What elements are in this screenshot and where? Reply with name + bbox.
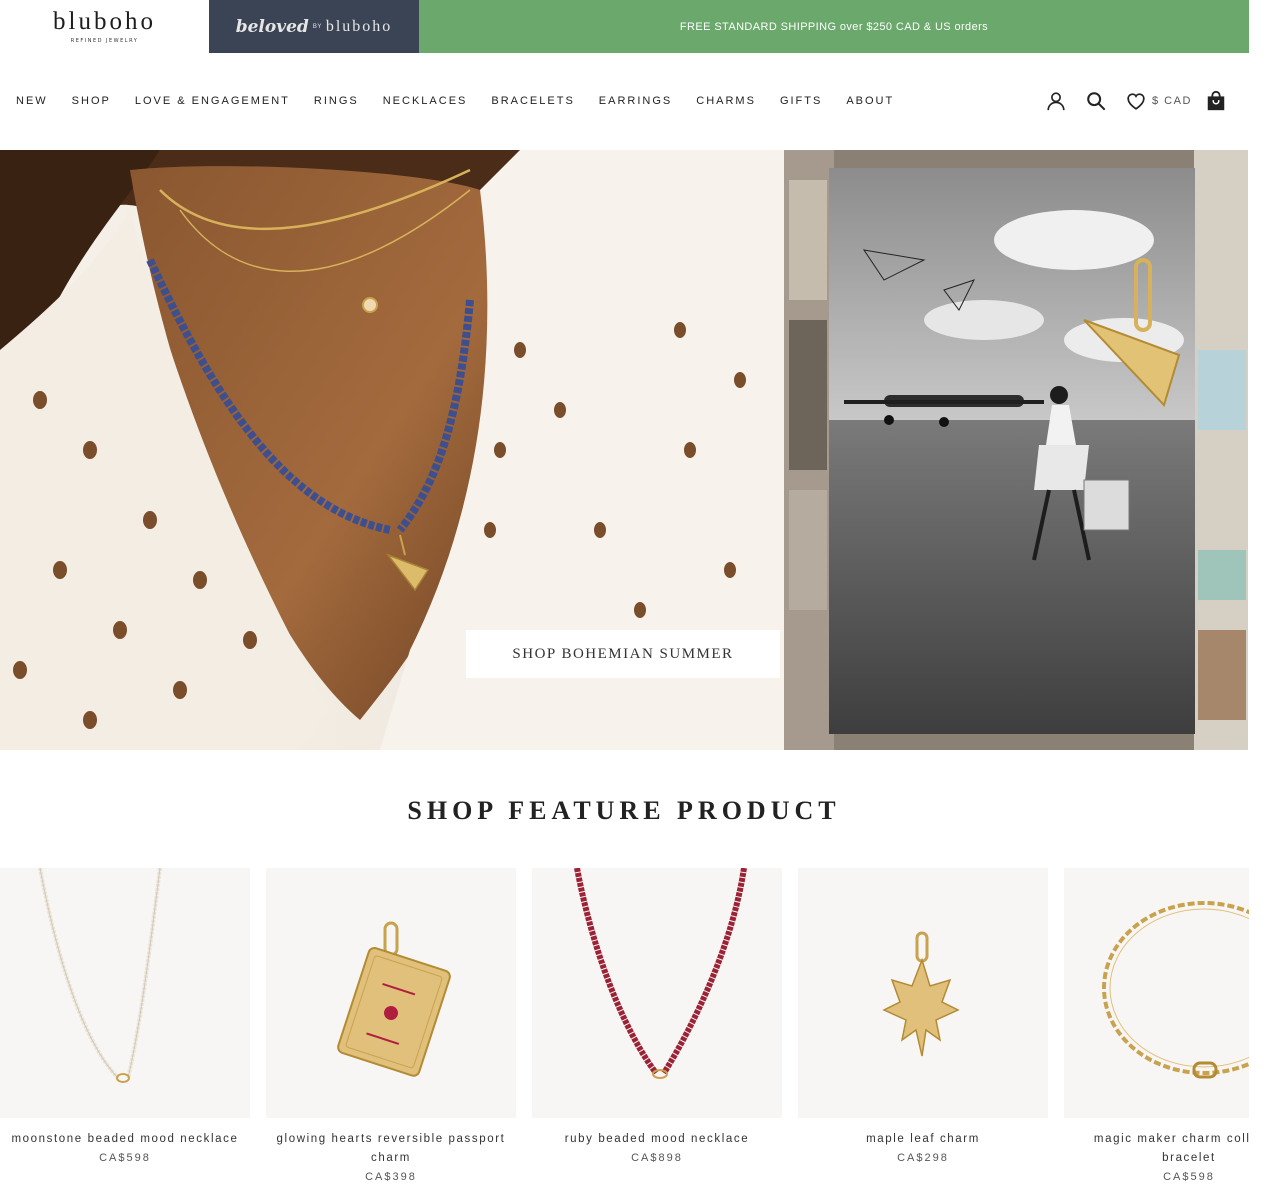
nav-item-necklaces[interactable]: NECKLACES	[383, 95, 468, 107]
brand-logo-text: bluboho	[53, 8, 156, 35]
product-image-charm-collector-bracelet[interactable]	[1064, 868, 1249, 1118]
nav-item-charms[interactable]: CHARMS	[696, 95, 756, 107]
main-nav: NEW SHOP LOVE & ENGAGEMENT RINGS NECKLAC…	[16, 94, 918, 108]
nav-item-about[interactable]: ABOUT	[846, 95, 894, 107]
brand-tagline: REFINED JEWELRY	[70, 38, 139, 44]
product-price: CA$598	[99, 1152, 151, 1164]
product-image-passport-charm[interactable]	[266, 868, 516, 1118]
search-icon[interactable]	[1084, 89, 1108, 113]
product-name[interactable]: maple leaf charm	[798, 1130, 1048, 1149]
feature-section-title: SHOP FEATURE PRODUCT	[407, 796, 841, 825]
shop-bohemian-summer-button[interactable]: SHOP BOHEMIAN SUMMER	[466, 630, 780, 678]
account-icon[interactable]	[1044, 89, 1068, 113]
product-price: CA$398	[365, 1171, 417, 1183]
brand-logo[interactable]: bluboho REFINED JEWELRY	[0, 0, 209, 53]
hero-collage-photo	[784, 150, 1248, 750]
wishlist-heart-icon[interactable]	[1124, 89, 1148, 113]
product-name[interactable]: moonstone beaded mood necklace	[0, 1130, 250, 1149]
beloved-script-text: beloved	[235, 16, 309, 37]
feature-product-carousel: moonstone beaded mood necklace CA$598 gl…	[0, 868, 1249, 1200]
beloved-by-text: BY	[312, 23, 322, 30]
product-price: CA$298	[897, 1152, 949, 1164]
shopping-bag-icon[interactable]	[1204, 89, 1228, 113]
product-price: CA$598	[1163, 1171, 1215, 1183]
product-image-moonstone-necklace[interactable]	[0, 868, 250, 1118]
nav-item-shop[interactable]: SHOP	[72, 95, 111, 107]
nav-item-earrings[interactable]: EARRINGS	[599, 95, 672, 107]
shipping-announcement: FREE STANDARD SHIPPING over $250 CAD & U…	[419, 0, 1249, 53]
nav-item-rings[interactable]: RINGS	[314, 95, 359, 107]
nav-item-new[interactable]: NEW	[16, 95, 48, 107]
product-name[interactable]: magic maker charm collector bracelet	[1064, 1130, 1249, 1168]
product-image-maple-leaf-charm[interactable]	[798, 868, 1048, 1118]
product-name[interactable]: ruby beaded mood necklace	[532, 1130, 782, 1149]
product-price: CA$898	[631, 1152, 683, 1164]
product-card[interactable]: ruby beaded mood necklace CA$898	[532, 868, 782, 1164]
header-utilities: $ CAD	[1044, 88, 1228, 114]
nav-item-love-engagement[interactable]: LOVE & ENGAGEMENT	[135, 95, 290, 107]
nav-item-bracelets[interactable]: BRACELETS	[491, 95, 574, 107]
product-name[interactable]: glowing hearts reversible passport charm	[266, 1130, 516, 1168]
currency-selector[interactable]: $ CAD	[1152, 95, 1192, 107]
beloved-brand-text: bluboho	[325, 17, 393, 35]
nav-item-gifts[interactable]: GIFTS	[780, 95, 822, 107]
hero-banner: SHOP BOHEMIAN SUMMER	[0, 150, 1248, 750]
product-card[interactable]: moonstone beaded mood necklace CA$598	[0, 868, 250, 1164]
product-card[interactable]: glowing hearts reversible passport charm…	[266, 868, 516, 1183]
top-bar: bluboho REFINED JEWELRY beloved BY blubo…	[0, 0, 1249, 53]
product-image-ruby-necklace[interactable]	[532, 868, 782, 1118]
product-card[interactable]: magic maker charm collector bracelet CA$…	[1064, 868, 1249, 1183]
beloved-banner-link[interactable]: beloved BY bluboho	[209, 0, 419, 53]
product-card[interactable]: maple leaf charm CA$298	[798, 868, 1048, 1164]
